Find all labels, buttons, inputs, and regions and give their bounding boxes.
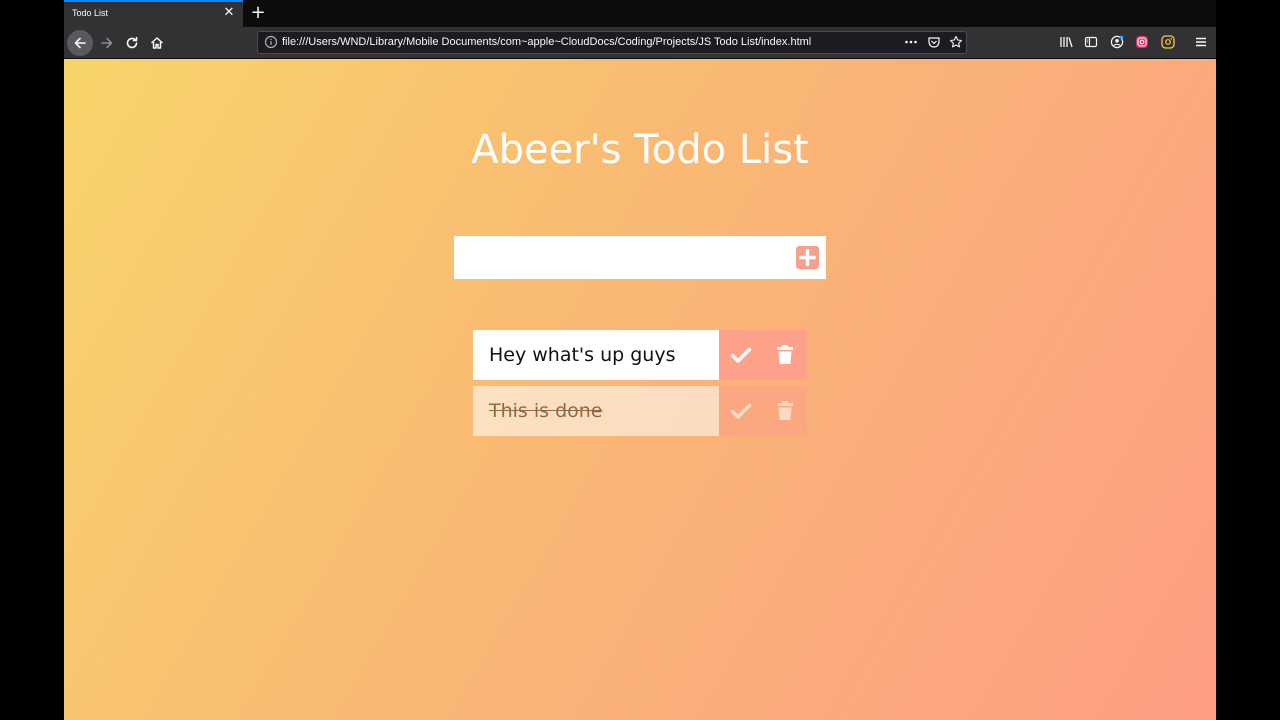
- star-icon[interactable]: [949, 35, 963, 49]
- page-title: Abeer's Todo List: [471, 126, 809, 173]
- back-arrow-icon: [74, 37, 86, 49]
- trash-icon: [777, 401, 793, 420]
- todo-item: Hey what's up guys: [473, 330, 807, 380]
- todo-input[interactable]: [454, 236, 784, 279]
- navigation-bar: file:///Users/WND/Library/Mobile Documen…: [64, 27, 1216, 59]
- todo-form: [454, 236, 826, 279]
- account-icon[interactable]: [1110, 35, 1124, 49]
- tab-todo-list[interactable]: Todo List ✕: [64, 0, 243, 27]
- tab-strip: Todo List ✕ +: [64, 0, 1216, 27]
- complete-button[interactable]: [719, 386, 763, 436]
- add-todo-button[interactable]: [796, 246, 819, 269]
- menu-icon[interactable]: [1194, 35, 1208, 49]
- pocket-icon[interactable]: [927, 35, 941, 49]
- instagram-icon[interactable]: [1135, 35, 1149, 49]
- home-icon: [150, 37, 164, 49]
- new-tab-button[interactable]: +: [248, 2, 268, 24]
- reload-icon: [126, 36, 138, 49]
- library-icon[interactable]: [1059, 35, 1073, 49]
- reload-button[interactable]: [119, 30, 145, 56]
- home-button[interactable]: [144, 30, 170, 56]
- delete-button[interactable]: [763, 330, 807, 380]
- todo-text: Hey what's up guys: [489, 344, 676, 366]
- more-icon[interactable]: [904, 35, 918, 49]
- trash-icon: [777, 345, 793, 364]
- sidebar-icon[interactable]: [1084, 35, 1098, 49]
- browser-window: Todo List ✕ + file:///Users/WND/Library/…: [64, 0, 1216, 720]
- plus-square-icon: [799, 249, 816, 266]
- check-icon: [730, 403, 752, 419]
- instagram-icon[interactable]: [1161, 35, 1175, 49]
- back-button[interactable]: [67, 30, 93, 56]
- url-bar[interactable]: file:///Users/WND/Library/Mobile Documen…: [257, 31, 967, 54]
- forward-button[interactable]: [94, 30, 120, 56]
- url-text: file:///Users/WND/Library/Mobile Documen…: [282, 36, 812, 48]
- info-icon[interactable]: [264, 35, 278, 49]
- check-icon: [730, 347, 752, 363]
- close-tab-icon[interactable]: ✕: [222, 6, 236, 20]
- todo-text-box: Hey what's up guys: [473, 330, 719, 380]
- todo-text-box: This is done: [473, 386, 719, 436]
- complete-button[interactable]: [719, 330, 763, 380]
- todo-text: This is done: [489, 400, 603, 422]
- todo-page: Abeer's Todo List Hey what's up guys Thi…: [64, 59, 1216, 720]
- todo-item: This is done: [473, 386, 807, 436]
- forward-arrow-icon: [101, 37, 113, 49]
- tab-title: Todo List: [72, 8, 109, 18]
- delete-button[interactable]: [763, 386, 807, 436]
